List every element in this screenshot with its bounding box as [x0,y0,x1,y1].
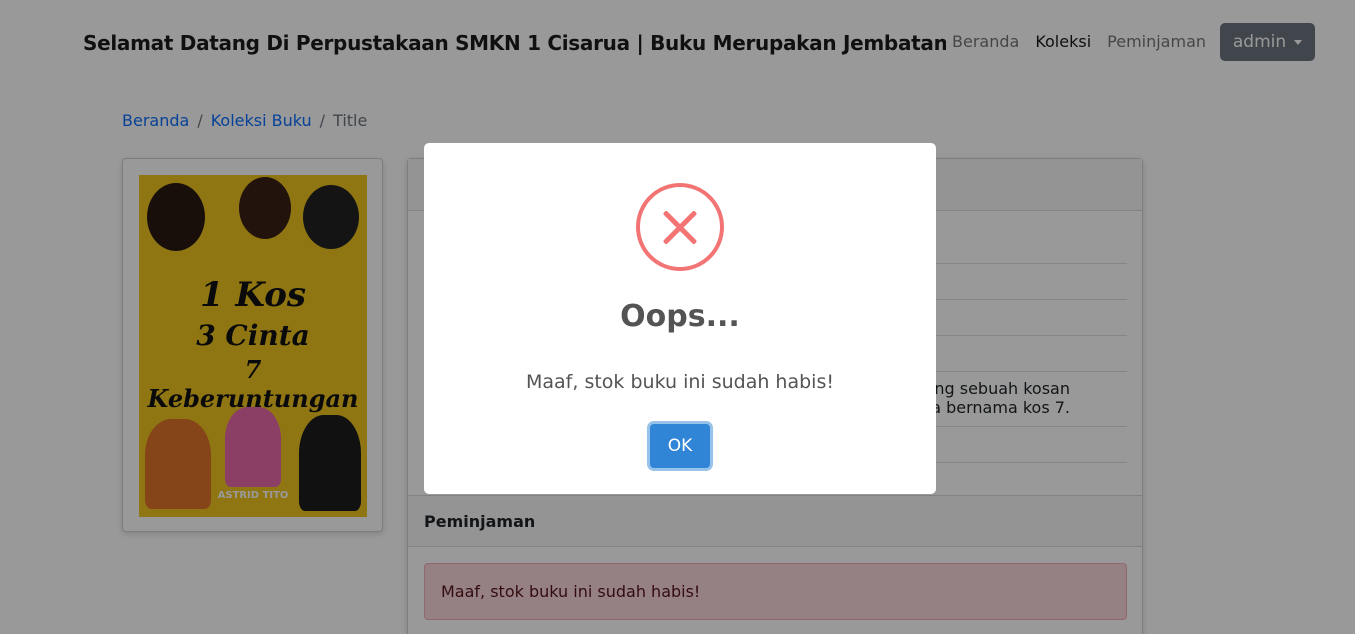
error-dialog: Oops... Maaf, stok buku ini sudah habis!… [424,143,936,494]
dialog-message: Maaf, stok buku ini sudah habis! [526,371,834,393]
ok-button[interactable]: OK [650,424,710,468]
error-x-icon [636,183,724,271]
dialog-title: Oops... [620,299,740,334]
